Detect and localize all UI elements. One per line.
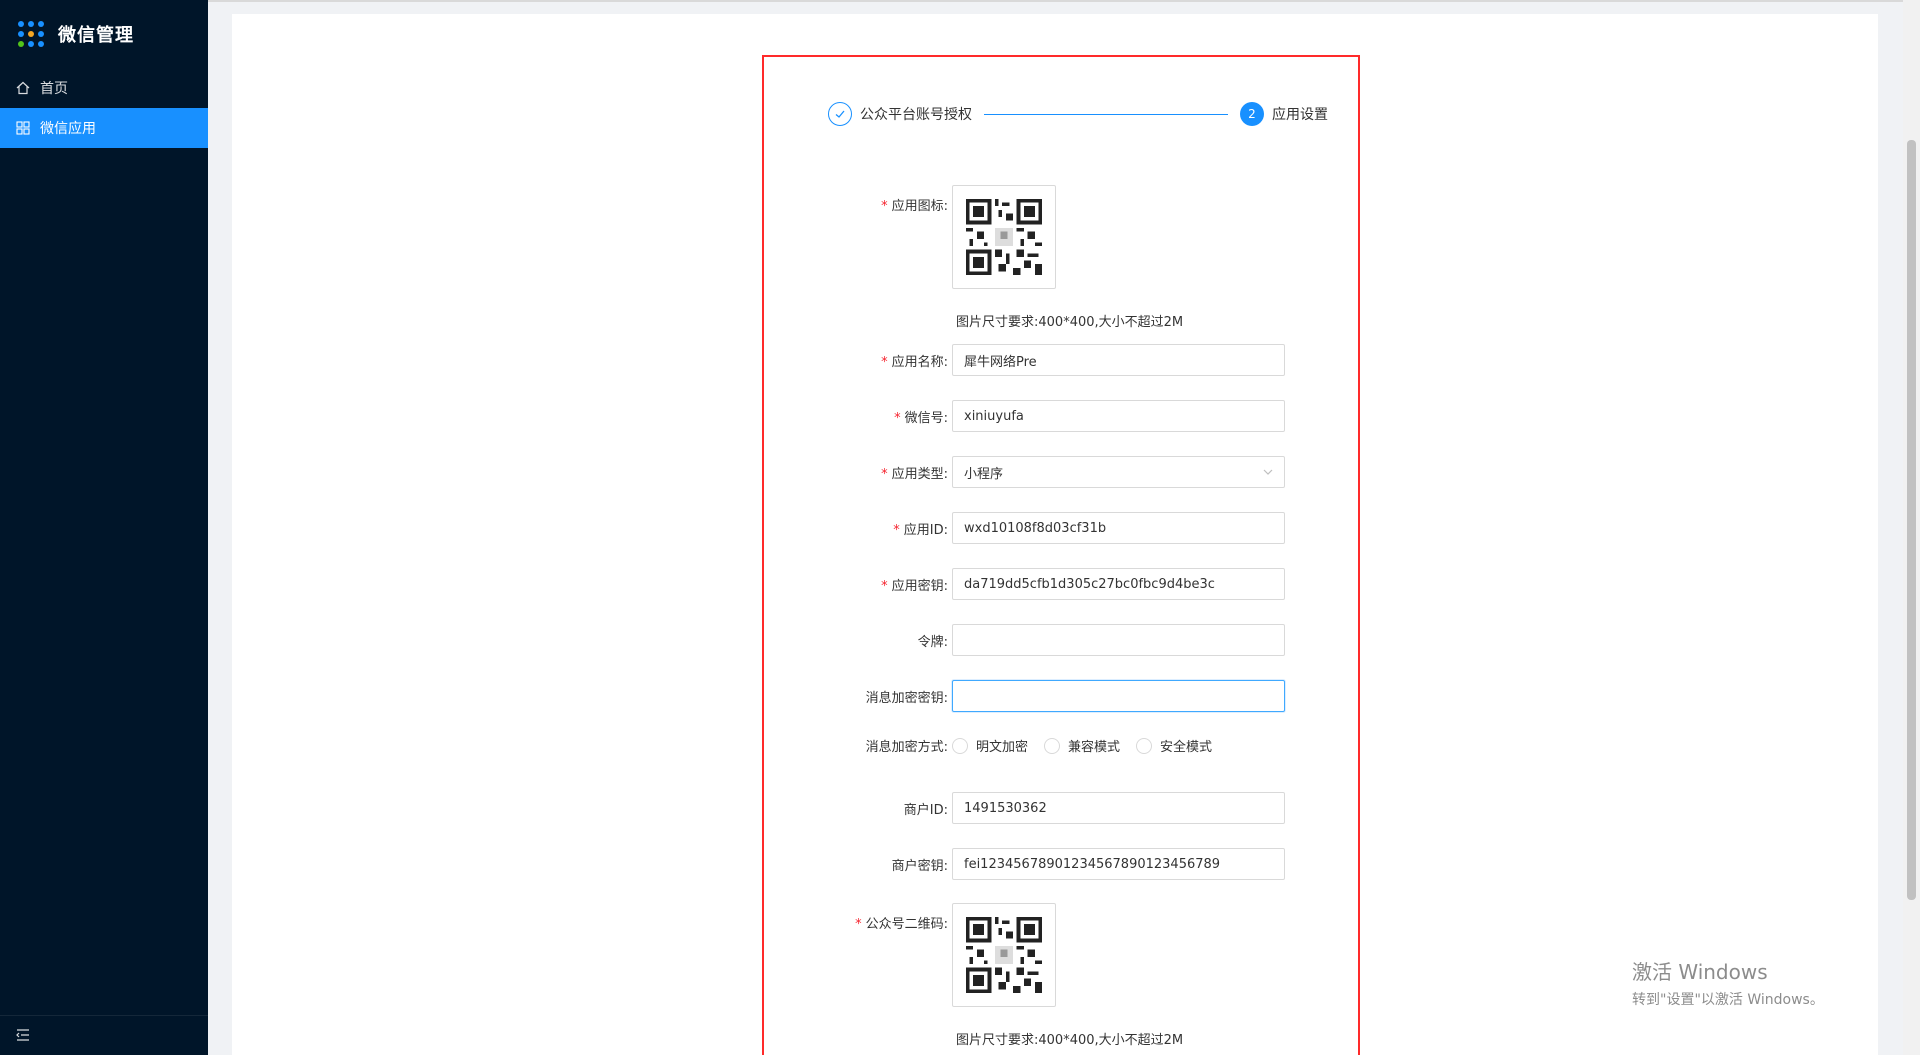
form-row-wechat-id: * 微信号: xiniuyufa [764,400,1362,432]
app-name-input[interactable]: 犀牛网络Pre [952,344,1285,376]
merchant-id-input[interactable]: 1491530362 [952,792,1285,824]
form-row-app-id: * 应用ID: wxd10108f8d03cf31b [764,512,1362,544]
token-input[interactable] [952,624,1285,656]
form-row-app-secret: * 应用密钥: da719dd5cfb1d305c27bc0fbc9d4be3c [764,568,1362,600]
content-card: 公众平台账号授权 2 应用设置 * 应用图标: 图片尺寸要求:400*400,大… [232,14,1878,1055]
radio-circle [952,737,968,754]
step-connector [984,113,1228,115]
scrollbar-thumb[interactable] [1907,140,1916,900]
chevron-down-icon [1263,469,1273,475]
radio-circle [1044,737,1061,754]
message-key-input[interactable] [952,680,1285,712]
wechat-id-label: * 微信号: [894,410,948,426]
app-icon [16,121,30,135]
form-row-merchant-secret: 商户密钥: fei12345678901234567890123456789 [764,848,1362,880]
form-row-qr-code: * 公众号二维码: [764,903,1362,1007]
merchant-id-label: 商户ID: [903,802,948,818]
watermark-title: 激活 Windows [1632,960,1768,984]
form-row-encrypt-mode: 消息加密方式: 明文加密 兼容模式 安全模式 [764,736,1362,755]
qr-code-hint: 图片尺寸要求:400*400,大小不超过2M [956,1033,1184,1048]
vertical-scrollbar[interactable] [1903,0,1920,1055]
menu-fold-icon [16,1026,30,1045]
highlight-box: 公众平台账号授权 2 应用设置 * 应用图标: 图片尺寸要求:400*400,大… [762,55,1360,1055]
form-row-token: 令牌: [764,624,1362,656]
radio-circle [1136,737,1153,754]
app-grid-icon [18,21,44,47]
watermark-subtitle: 转到"设置"以激活 Windows。 [1632,992,1824,1008]
merchant-secret-input[interactable]: fei12345678901234567890123456789 [952,848,1285,880]
app-type-label: * 应用类型: [881,466,948,482]
app-icon-upload[interactable] [952,185,1056,289]
app-secret-label: * 应用密钥: [881,578,948,594]
encrypt-mode-label: 消息加密方式: [865,740,948,755]
app-secret-input[interactable]: da719dd5cfb1d305c27bc0fbc9d4be3c [952,568,1285,600]
collapse-sidebar-button[interactable] [0,1015,208,1055]
form-row-merchant-id: 商户ID: 1491530362 [764,792,1362,824]
qr-code-icon [966,199,1042,275]
wechat-id-input[interactable]: xiniuyufa [952,400,1285,432]
app-id-input[interactable]: wxd10108f8d03cf31b [952,512,1285,544]
sidebar-item-label: 首页 [40,81,68,97]
step-2-number: 2 [1240,102,1264,126]
app-id-label: * 应用ID: [893,522,948,538]
form-row-app-icon: * 应用图标: [764,185,1362,289]
app-title: 微信管理 [58,25,134,46]
qr-code-label: * 公众号二维码: [855,917,948,932]
app-type-value: 小程序 [964,466,1004,482]
message-key-label: 消息加密密钥: [865,690,948,706]
check-icon [828,102,852,126]
windows-activation-watermark: 激活 Windows 转到"设置"以激活 Windows。 [1632,956,1824,1009]
form-row-app-type: * 应用类型: 小程序 [764,456,1362,488]
radio-secure[interactable]: 安全模式 [1136,736,1212,755]
merchant-secret-label: 商户密钥: [891,858,948,874]
app-name-label: * 应用名称: [881,354,948,370]
encrypt-mode-radio-group: 明文加密 兼容模式 安全模式 [952,736,1228,755]
sidebar-item-label: 微信应用 [40,121,96,137]
main-content: 公众平台账号授权 2 应用设置 * 应用图标: 图片尺寸要求:400*400,大… [208,0,1920,1055]
steps: 公众平台账号授权 2 应用设置 [828,101,1328,127]
sidebar-item-wechat-apps[interactable]: 微信应用 [0,108,208,148]
qr-code-icon [966,917,1042,993]
app-icon-hint: 图片尺寸要求:400*400,大小不超过2M [956,315,1184,330]
form-row-message-key: 消息加密密钥: [764,680,1362,712]
form-row-app-name: * 应用名称: 犀牛网络Pre [764,344,1362,376]
app-type-select[interactable]: 小程序 [952,456,1285,488]
sidebar-item-home[interactable]: 首页 [0,68,208,108]
app-icon-label: * 应用图标: [881,199,948,214]
sidebar: 微信管理 首页 微信应用 [0,0,208,1055]
qr-code-upload[interactable] [952,903,1056,1007]
top-divider [208,0,1920,2]
token-label: 令牌: [917,634,948,650]
radio-plaintext[interactable]: 明文加密 [952,736,1028,755]
radio-compatible[interactable]: 兼容模式 [1044,736,1120,755]
home-icon [16,81,30,95]
step-2-title: 应用设置 [1272,107,1328,123]
step-1-title: 公众平台账号授权 [860,107,972,123]
sidebar-header: 微信管理 [0,0,208,68]
